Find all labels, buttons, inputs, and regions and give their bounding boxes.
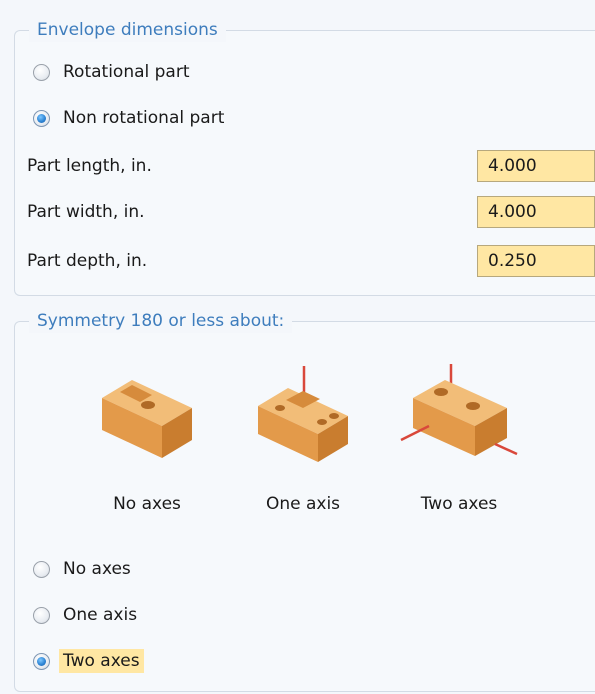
part-length-input[interactable]: [477, 150, 595, 182]
block-two-axes-icon: [400, 364, 518, 456]
radio-label-selected: Two axes: [59, 649, 144, 673]
illustration-one-axis: One axis: [233, 358, 373, 514]
radio-one-axis[interactable]: One axis: [33, 600, 141, 630]
part-depth-input[interactable]: [477, 245, 595, 277]
envelope-dimensions-group: Envelope dimensions Rotational part Non …: [14, 18, 595, 296]
part-width-label: Part width, in.: [27, 202, 145, 222]
part-depth-row: Part depth, in.: [27, 244, 595, 278]
symmetry-legend: Symmetry 180 or less about:: [29, 309, 293, 333]
radio-rotational-part[interactable]: Rotational part: [33, 57, 194, 87]
part-depth-label: Part depth, in.: [27, 251, 148, 271]
radio-button-icon[interactable]: [33, 560, 50, 578]
radio-label: One axis: [63, 605, 138, 625]
radio-two-axes[interactable]: Two axes: [33, 646, 144, 676]
radio-button-icon[interactable]: [33, 63, 50, 81]
two-axes-caption: Two axes: [420, 494, 498, 514]
part-width-input[interactable]: [477, 196, 595, 228]
radio-button-icon[interactable]: [33, 606, 50, 624]
radio-non-rotational-part[interactable]: Non rotational part: [33, 103, 228, 133]
block-one-axis-icon: [258, 366, 348, 462]
envelope-dimensions-legend: Envelope dimensions: [29, 18, 226, 42]
radio-label: No axes: [63, 559, 131, 579]
radio-button-selected-icon[interactable]: [33, 652, 50, 670]
part-length-row: Part length, in.: [27, 149, 595, 183]
radio-no-axes[interactable]: No axes: [33, 554, 135, 584]
no-axes-caption: No axes: [113, 494, 181, 514]
part-width-row: Part width, in.: [27, 195, 595, 229]
illustration-no-axes: No axes: [77, 358, 217, 514]
radio-label: Rotational part: [63, 62, 190, 82]
radio-button-selected-icon[interactable]: [33, 109, 50, 127]
symmetry-group: Symmetry 180 or less about: No axes One …: [14, 309, 595, 692]
block-no-axes-icon: [102, 380, 192, 458]
part-length-label: Part length, in.: [27, 156, 152, 176]
illustration-two-axes: Two axes: [389, 358, 529, 514]
one-axis-caption: One axis: [265, 494, 341, 514]
radio-label: Non rotational part: [63, 108, 225, 128]
